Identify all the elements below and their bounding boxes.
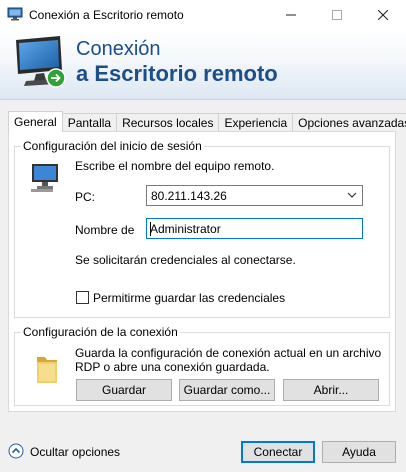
save-button[interactable]: Guardar xyxy=(76,379,172,401)
header-banner: Conexión a Escritorio remoto xyxy=(0,30,406,100)
tab-recursos-locales[interactable]: Recursos locales xyxy=(117,113,220,132)
title-bar: Conexión a Escritorio remoto xyxy=(0,0,406,30)
logon-instruction: Escribe el nombre del equipo remoto. xyxy=(75,159,275,173)
pc-value: 80.211.143.26 xyxy=(151,189,227,203)
banner-title-line2: a Escritorio remoto xyxy=(76,61,278,86)
chevron-down-icon xyxy=(347,192,357,198)
pc-combobox[interactable]: 80.211.143.26 xyxy=(146,185,363,206)
tab-experiencia[interactable]: Experiencia xyxy=(219,113,294,132)
window-title: Conexión a Escritorio remoto xyxy=(29,8,184,22)
username-value: Administrator xyxy=(150,222,221,236)
remember-credentials-checkbox[interactable] xyxy=(76,291,89,304)
connection-description-line2: RDP o abre una conexión guardada. xyxy=(75,360,270,374)
banner-title-line1: Conexión xyxy=(76,38,161,60)
username-label: Nombre de xyxy=(75,223,135,237)
help-button[interactable]: Ayuda xyxy=(322,441,396,463)
connect-button[interactable]: Conectar xyxy=(241,441,315,463)
remote-desktop-logo-icon xyxy=(16,36,66,88)
minimize-button[interactable] xyxy=(268,0,314,30)
open-button[interactable]: Abrir... xyxy=(283,379,379,401)
logon-settings-title: Configuración del inicio de sesión xyxy=(21,139,204,153)
username-input[interactable]: Administrator xyxy=(146,218,363,239)
close-button[interactable] xyxy=(360,0,406,30)
maximize-icon xyxy=(332,10,342,20)
connection-description-line1: Guarda la configuración de conexión actu… xyxy=(75,346,382,360)
folder-icon xyxy=(37,357,57,383)
maximize-button[interactable] xyxy=(314,0,360,30)
tab-general[interactable]: General xyxy=(8,111,63,132)
tab-opciones-avanzadas[interactable]: Opciones avanzadas xyxy=(293,113,406,132)
connection-settings-title: Configuración de la conexión xyxy=(21,325,180,339)
close-icon xyxy=(378,10,388,20)
remember-credentials-label[interactable]: Permitirme guardar las credenciales xyxy=(93,291,285,305)
logon-settings-group: Configuración del inicio de sesión Escri… xyxy=(14,139,390,318)
collapse-options-icon[interactable] xyxy=(8,443,24,459)
connection-settings-group: Configuración de la conexión Guarda la c… xyxy=(14,325,390,406)
computer-icon xyxy=(31,164,58,192)
hide-options-link[interactable]: Ocultar opciones xyxy=(30,445,120,459)
save-as-button[interactable]: Guardar como... xyxy=(179,379,275,401)
text-caret xyxy=(150,222,151,236)
tab-strip: General Pantalla Recursos locales Experi… xyxy=(8,111,406,132)
pc-label: PC: xyxy=(75,190,96,204)
credentials-note: Se solicitarán credenciales al conectars… xyxy=(75,253,296,267)
tab-panel-general: Configuración del inicio de sesión Escri… xyxy=(8,131,396,412)
minimize-icon xyxy=(286,14,296,16)
tab-pantalla[interactable]: Pantalla xyxy=(62,113,118,132)
remote-desktop-icon xyxy=(7,7,23,21)
